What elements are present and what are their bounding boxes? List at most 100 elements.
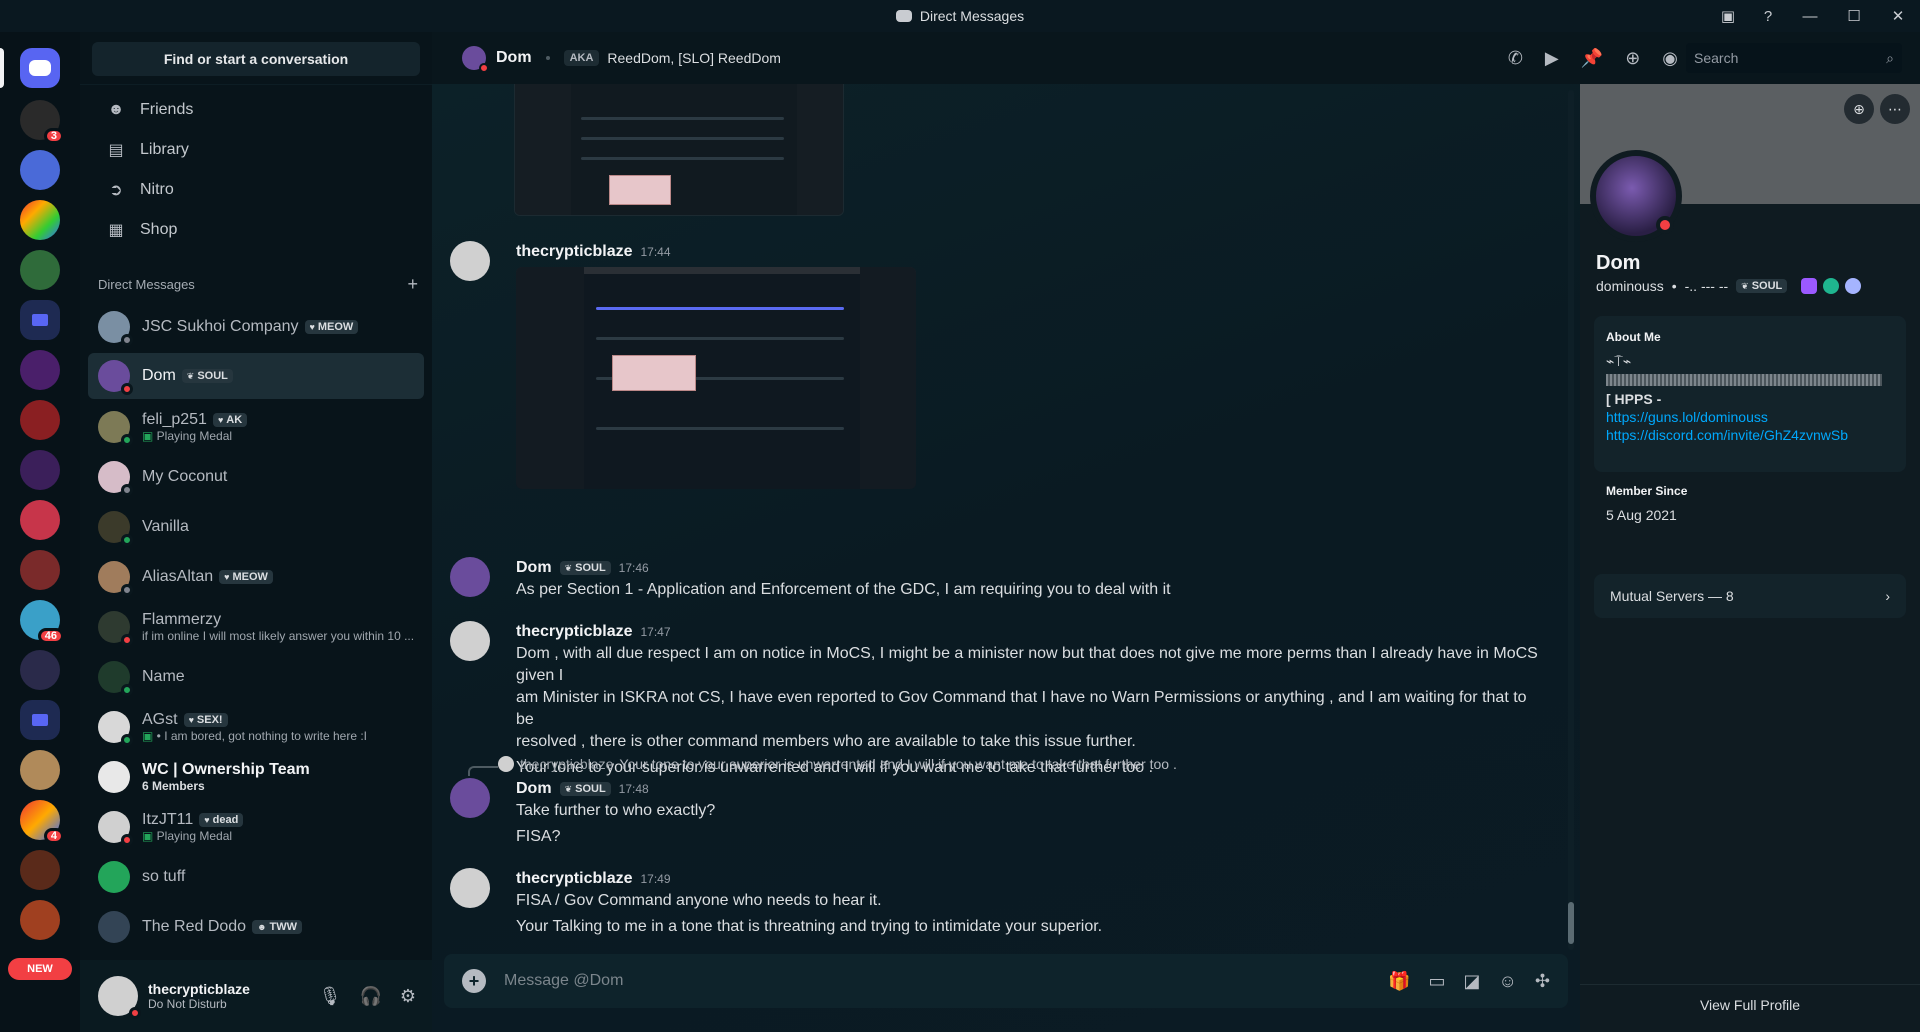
server-icon[interactable] — [20, 550, 60, 590]
status-indicator — [121, 434, 133, 446]
server-icon[interactable]: 46 — [20, 600, 64, 644]
inbox-icon[interactable]: ▣ — [1708, 0, 1748, 32]
message-composer[interactable]: + Message @Dom 🎁 ▭ ◪ ☺ ✣ — [444, 954, 1568, 1008]
server-icon[interactable] — [20, 500, 60, 540]
sticker-icon[interactable]: ◪ — [1464, 971, 1481, 992]
voice-call-icon[interactable]: ✆ — [1508, 48, 1523, 69]
avatar[interactable] — [450, 557, 490, 597]
server-icon[interactable] — [20, 750, 60, 790]
avatar — [98, 561, 133, 596]
gif-icon[interactable]: ▭ — [1428, 971, 1445, 992]
server-folder[interactable] — [20, 700, 60, 740]
server-icon[interactable]: 4 — [20, 800, 64, 844]
avatar — [98, 311, 133, 346]
server-icon[interactable]: 3 — [20, 100, 64, 144]
scrollbar-track[interactable] — [1568, 90, 1574, 950]
apps-icon[interactable]: ✣ — [1535, 971, 1550, 992]
server-icon[interactable] — [20, 900, 60, 940]
status-indicator — [129, 1007, 141, 1019]
dm-item[interactable]: JSC Sukhoi Company ♥ MEOW — [88, 304, 424, 350]
profile-avatar[interactable] — [1590, 150, 1682, 242]
server-folder[interactable] — [20, 300, 60, 340]
chat-header: Dom AKA ReedDom, [SLO] ReedDom ✆ ▶ 📌 ⊕ ◉… — [432, 32, 1920, 84]
minimize-icon[interactable]: — — [1788, 0, 1832, 32]
divider — [80, 84, 432, 85]
dm-item[interactable]: AliasAltan ♥ MEOW — [88, 554, 424, 600]
message-input[interactable]: Message @Dom — [504, 972, 623, 990]
avatar — [98, 511, 133, 546]
dm-item[interactable]: feli_p251 ♥ AK ▣ Playing Medal — [88, 404, 424, 450]
settings-gear-icon[interactable]: ⚙ — [400, 986, 416, 1007]
help-icon[interactable]: ? — [1748, 0, 1788, 32]
clan-tag: ☻ TWW — [252, 920, 303, 934]
server-icon[interactable] — [20, 450, 60, 490]
avatar[interactable] — [450, 778, 490, 818]
server-icon[interactable] — [20, 200, 60, 240]
chat-area: thecrypticblaze 17:44 Dom ❦ SOUL 17:46 As pe… — [432, 84, 1580, 1032]
search-input[interactable]: Search ⌕ — [1686, 43, 1902, 73]
nav-shop[interactable]: ▦ Shop — [88, 210, 424, 250]
headphones-icon[interactable]: 🎧 — [359, 986, 381, 1007]
emoji-icon[interactable]: ☺ — [1499, 971, 1517, 992]
video-call-icon[interactable]: ▶ — [1545, 48, 1559, 69]
attachment-image[interactable] — [516, 267, 916, 489]
view-full-profile-button[interactable]: View Full Profile — [1580, 984, 1920, 1024]
leaf-icon: ❦ — [564, 783, 573, 794]
hypesquad-badge-icon[interactable] — [1823, 278, 1840, 294]
more-options-icon[interactable]: ⋯ — [1880, 94, 1910, 124]
boost-badge-icon[interactable] — [1845, 278, 1862, 294]
profile-link[interactable]: https://discord.com/invite/GhZ4zvnwSb — [1606, 426, 1894, 444]
avatar[interactable] — [450, 868, 490, 908]
dm-item-active[interactable]: Dom ❦ SOUL — [88, 353, 424, 399]
attachment-image[interactable] — [514, 84, 844, 216]
reply-reference[interactable]: thecrypticblaze Your tone to your superi… — [498, 756, 1177, 772]
nav-library[interactable]: ▤ Library — [88, 130, 424, 170]
server-icon[interactable] — [20, 850, 60, 890]
server-icon[interactable] — [20, 650, 60, 690]
heart-icon: ♥ — [309, 322, 315, 332]
dm-item[interactable]: ItzJT11 ♥ dead ▣ Playing Medal — [88, 804, 424, 850]
dm-item-group[interactable]: WC | Ownership Team 6 Members — [88, 754, 424, 800]
discord-logo-icon — [29, 60, 51, 76]
create-dm-plus-icon[interactable]: + — [407, 274, 418, 295]
server-icon[interactable] — [20, 350, 60, 390]
add-friends-to-dm-icon[interactable]: ⊕ — [1625, 48, 1640, 69]
gift-icon[interactable]: 🎁 — [1388, 971, 1410, 992]
nav-nitro[interactable]: ➲ Nitro — [88, 170, 424, 210]
dm-item[interactable]: AGst ♥ SEX! ▣ • I am bored, got nothing to… — [88, 704, 424, 750]
dm-item[interactable]: so tuff — [88, 854, 424, 900]
profile-link[interactable]: https://guns.lol/dominouss — [1606, 408, 1894, 426]
avatar[interactable] — [450, 621, 490, 661]
clan-tag: ❦ SOUL — [181, 369, 233, 383]
server-icon[interactable] — [20, 400, 60, 440]
nav-friends[interactable]: ☻ Friends — [88, 90, 424, 130]
microphone-icon[interactable]: 🎙 — [319, 986, 342, 1007]
message: thecrypticblaze 17:44 — [450, 241, 1540, 281]
dm-item[interactable]: Vanilla — [88, 504, 424, 550]
avatar[interactable] — [450, 241, 490, 281]
discord-logo-icon — [895, 10, 912, 22]
close-icon[interactable]: ✕ — [1876, 0, 1920, 32]
scrollbar-thumb[interactable] — [1568, 902, 1574, 944]
dm-item[interactable]: Name — [88, 654, 424, 700]
mutual-servers-row[interactable]: Mutual Servers — 8 › — [1594, 574, 1906, 618]
avatar[interactable] — [98, 976, 141, 1019]
nitro-badge-icon[interactable] — [1801, 278, 1818, 294]
status-indicator — [121, 334, 133, 346]
add-friend-icon[interactable]: ⊕ — [1844, 94, 1874, 124]
home-button[interactable] — [20, 48, 60, 88]
clan-tag: ❦ SOUL — [559, 782, 611, 796]
dm-item[interactable]: The Red Dodo ☻ TWW — [88, 904, 424, 950]
user-profile-icon[interactable]: ◉ — [1662, 48, 1678, 69]
maximize-icon[interactable]: ☐ — [1832, 0, 1876, 32]
find-conversation-button[interactable]: Find or start a conversation — [92, 42, 420, 76]
separator-dot — [545, 56, 550, 60]
server-icon[interactable] — [20, 150, 60, 190]
dm-item[interactable]: Flammerzy if im online I will most likel… — [88, 604, 424, 650]
server-icon[interactable] — [20, 250, 60, 290]
upload-plus-icon[interactable]: + — [462, 969, 486, 993]
dm-item[interactable]: My Coconut — [88, 454, 424, 500]
new-unread-pill[interactable]: NEW — [8, 958, 72, 980]
separator-dot: • — [1671, 278, 1677, 294]
pin-icon[interactable]: 📌 — [1581, 48, 1603, 69]
